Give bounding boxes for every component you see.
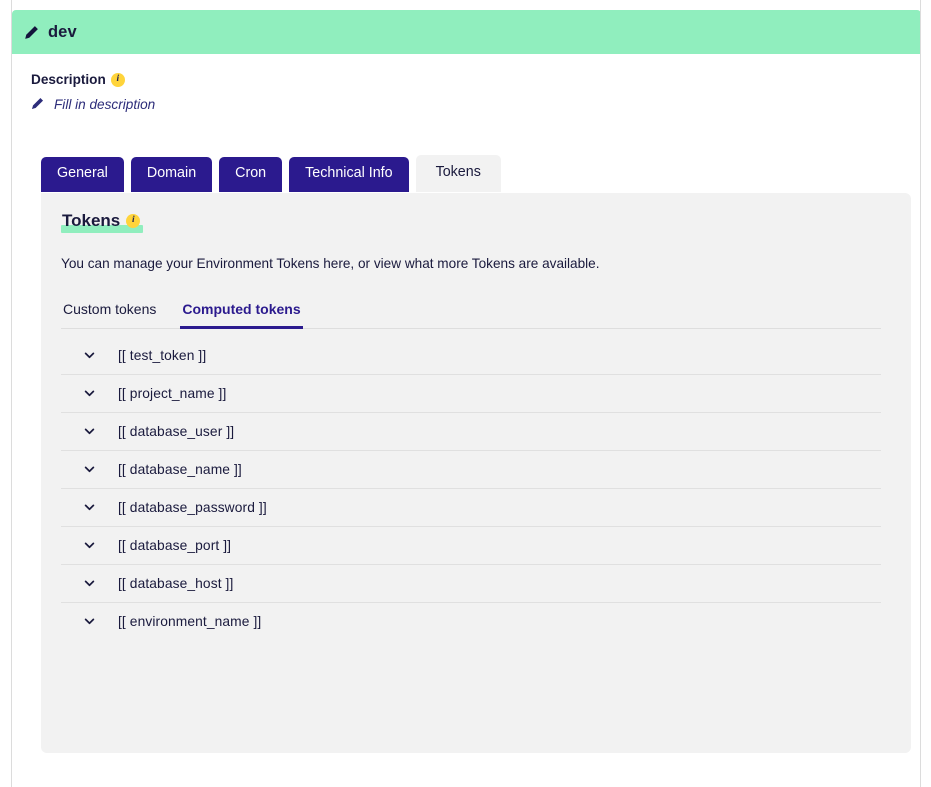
token-name: [[ project_name ]] xyxy=(118,385,227,401)
token-name: [[ database_port ]] xyxy=(118,537,232,553)
description-label-row: Description i xyxy=(31,72,631,87)
pencil-icon xyxy=(31,97,46,112)
token-row[interactable]: [[ test_token ]] xyxy=(61,337,881,375)
chevron-down-icon[interactable] xyxy=(83,425,96,438)
chevron-down-icon[interactable] xyxy=(83,387,96,400)
token-row[interactable]: [[ database_user ]] xyxy=(61,413,881,451)
environment-header: dev xyxy=(12,10,920,54)
environment-card: dev Description i Fill in description Ge… xyxy=(11,0,921,787)
chevron-down-icon[interactable] xyxy=(83,577,96,590)
tokens-panel-title-text: Tokens xyxy=(62,211,121,230)
fill-in-description-label: Fill in description xyxy=(54,97,156,112)
token-name: [[ database_name ]] xyxy=(118,461,242,477)
subtab-computed-tokens[interactable]: Computed tokens xyxy=(180,295,303,329)
tokens-panel-title: Tokens i xyxy=(61,211,144,233)
token-name: [[ database_password ]] xyxy=(118,499,267,515)
tab-cron[interactable]: Cron xyxy=(219,157,283,192)
chevron-down-icon[interactable] xyxy=(83,539,96,552)
computed-tokens-list: [[ test_token ]] [[ project_name ]] [[ d… xyxy=(61,337,881,640)
token-name: [[ database_host ]] xyxy=(118,575,234,591)
token-row[interactable]: [[ database_password ]] xyxy=(61,489,881,527)
subtab-custom-tokens[interactable]: Custom tokens xyxy=(61,295,158,329)
chevron-down-icon[interactable] xyxy=(83,349,96,362)
tab-domain[interactable]: Domain xyxy=(130,157,213,192)
tokens-panel: Tokens i You can manage your Environment… xyxy=(41,193,911,753)
tokens-subtabs: Custom tokens Computed tokens xyxy=(61,295,881,329)
token-row[interactable]: [[ project_name ]] xyxy=(61,375,881,413)
info-icon[interactable]: i xyxy=(110,72,125,87)
token-name: [[ environment_name ]] xyxy=(118,613,262,629)
pencil-icon[interactable] xyxy=(24,25,39,40)
tab-general[interactable]: General xyxy=(41,157,124,192)
chevron-down-icon[interactable] xyxy=(83,463,96,476)
chevron-down-icon[interactable] xyxy=(83,501,96,514)
description-block: Description i Fill in description xyxy=(31,72,631,112)
tokens-panel-description: You can manage your Environment Tokens h… xyxy=(61,256,600,271)
token-row[interactable]: [[ database_name ]] xyxy=(61,451,881,489)
token-name: [[ test_token ]] xyxy=(118,347,207,363)
description-label: Description xyxy=(31,72,106,87)
environment-title: dev xyxy=(48,22,77,41)
tab-tokens[interactable]: Tokens xyxy=(415,155,501,192)
token-row[interactable]: [[ environment_name ]] xyxy=(61,603,881,640)
token-row[interactable]: [[ database_host ]] xyxy=(61,565,881,603)
token-row[interactable]: [[ database_port ]] xyxy=(61,527,881,565)
fill-in-description-link[interactable]: Fill in description xyxy=(31,97,155,112)
token-name: [[ database_user ]] xyxy=(118,423,235,439)
tab-technical-info[interactable]: Technical Info xyxy=(289,157,409,192)
chevron-down-icon[interactable] xyxy=(83,615,96,628)
main-tabbar: General Domain Cron Technical Info Token… xyxy=(41,155,501,192)
